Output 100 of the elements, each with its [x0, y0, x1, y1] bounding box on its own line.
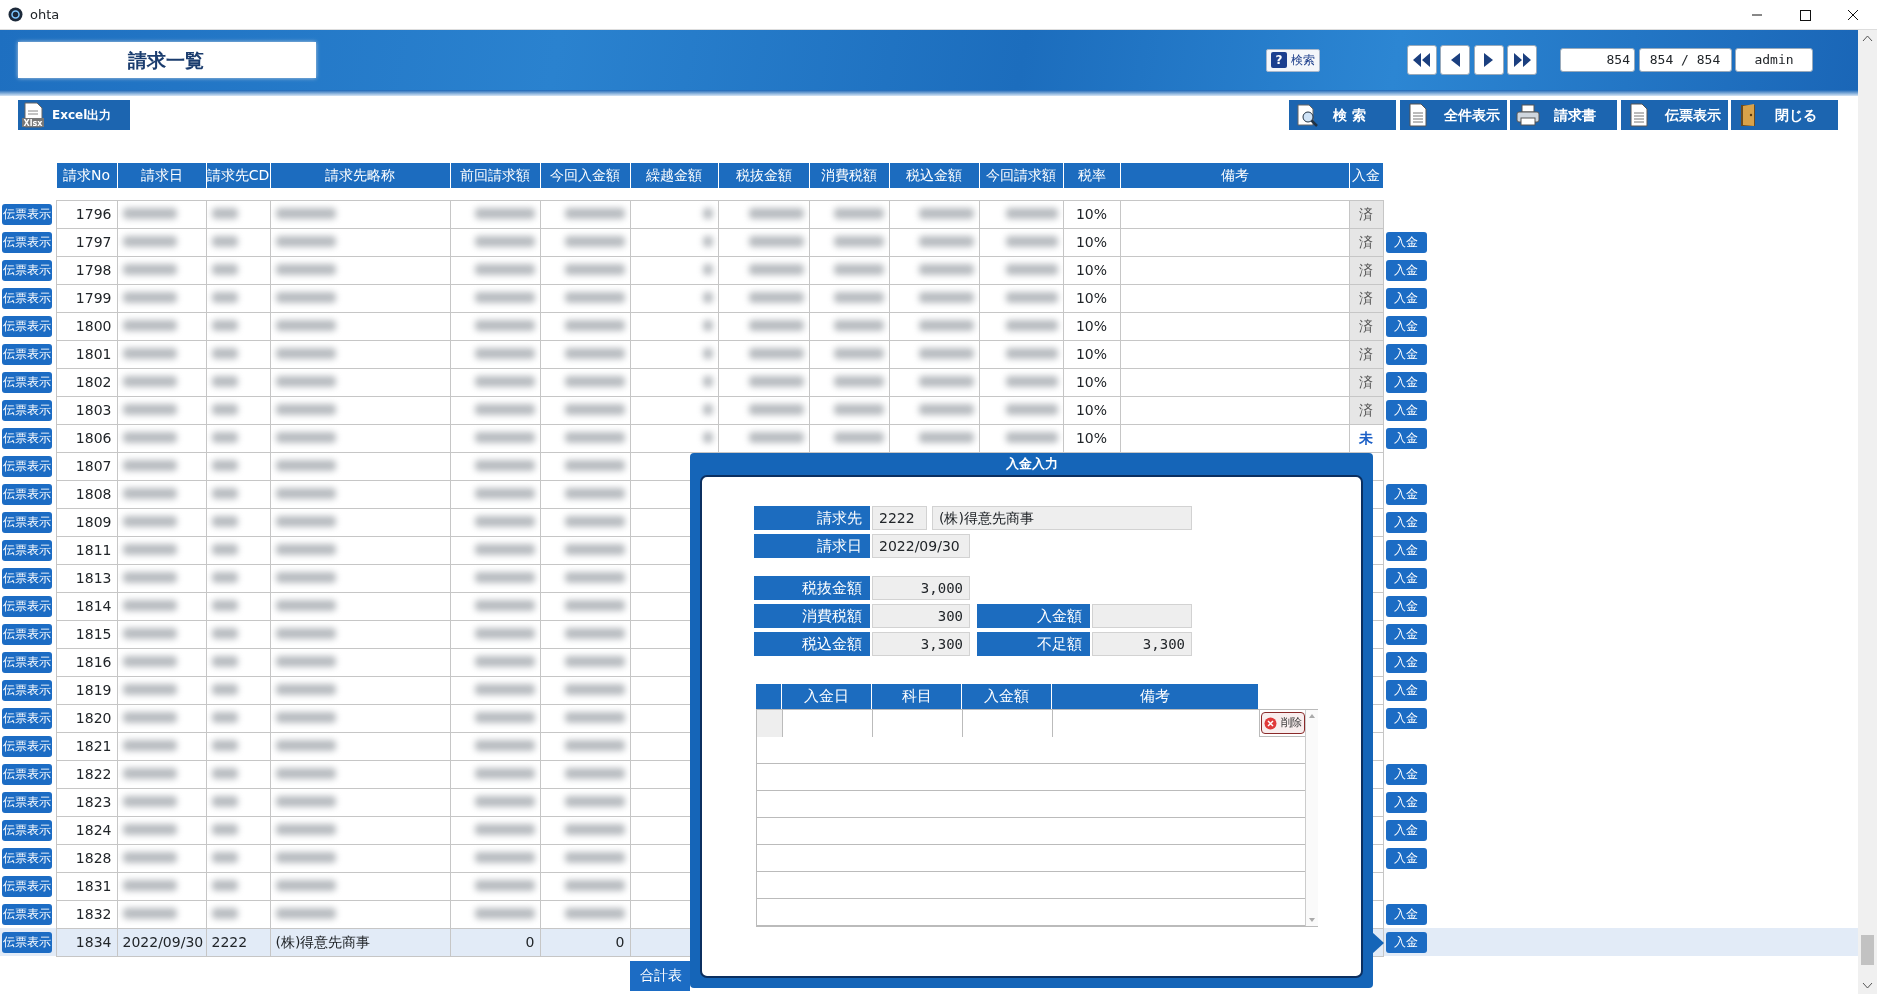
toolbar-button[interactable]: 閉じる — [1731, 100, 1838, 130]
payment-button[interactable]: 入金 — [1385, 316, 1427, 337]
slip-button[interactable]: 伝票表示 — [2, 680, 52, 701]
scrollbar[interactable] — [1305, 710, 1318, 926]
table-row[interactable]: 伝票表示 1806 10% 未 入金 — [0, 424, 1858, 452]
slip-button[interactable]: 伝票表示 — [2, 204, 52, 225]
table-cell: 1815 — [56, 620, 117, 648]
payment-button[interactable]: 入金 — [1385, 400, 1427, 421]
payment-button[interactable]: 入金 — [1385, 680, 1427, 701]
readonly-field: 3,000 — [872, 576, 970, 600]
slip-button[interactable]: 伝票表示 — [2, 764, 52, 785]
payment-button[interactable]: 入金 — [1385, 568, 1427, 589]
help-button[interactable]: ? 検索 — [1266, 48, 1320, 72]
payment-button[interactable]: 入金 — [1385, 764, 1427, 785]
toolbar-button[interactable]: 検 索 — [1289, 100, 1396, 130]
slip-button[interactable]: 伝票表示 — [2, 932, 52, 953]
slip-button[interactable]: 伝票表示 — [2, 624, 52, 645]
slip-button[interactable]: 伝票表示 — [2, 232, 52, 253]
table-cell: 0 — [540, 928, 630, 956]
last-page-icon — [1513, 53, 1531, 67]
toolbar-button[interactable]: 全件表示 — [1399, 100, 1507, 130]
payment-button[interactable]: 入金 — [1385, 820, 1427, 841]
slip-button[interactable]: 伝票表示 — [2, 736, 52, 757]
payment-button[interactable]: 入金 — [1385, 232, 1427, 253]
total-button[interactable]: 合計表 — [630, 960, 690, 991]
input-field[interactable] — [1092, 604, 1192, 628]
payment-button[interactable]: 入金 — [1385, 344, 1427, 365]
slip-button[interactable]: 伝票表示 — [2, 820, 52, 841]
first-page-icon — [1413, 53, 1430, 67]
slip-button[interactable]: 伝票表示 — [2, 428, 52, 449]
next-button[interactable] — [1473, 45, 1504, 75]
table-row[interactable]: 伝票表示 1797 10% 済 入金 — [0, 228, 1858, 256]
table-cell: 1797 — [56, 228, 117, 256]
slip-button[interactable]: 伝票表示 — [2, 708, 52, 729]
slip-button[interactable]: 伝票表示 — [2, 372, 52, 393]
table-cell: 1813 — [56, 564, 117, 592]
slip-button[interactable]: 伝票表示 — [2, 568, 52, 589]
readonly-field: (株)得意先商事 — [932, 506, 1192, 530]
slip-button[interactable]: 伝票表示 — [2, 316, 52, 337]
payment-button[interactable]: 入金 — [1385, 848, 1427, 869]
payment-button[interactable]: 入金 — [1385, 540, 1427, 561]
slip-button[interactable]: 伝票表示 — [2, 484, 52, 505]
payment-button[interactable]: 入金 — [1385, 288, 1427, 309]
field-label: 請求先 — [754, 506, 870, 530]
slip-button[interactable]: 伝票表示 — [2, 540, 52, 561]
slip-button[interactable]: 伝票表示 — [2, 288, 52, 309]
slip-button[interactable]: 伝票表示 — [2, 512, 52, 533]
payment-button[interactable]: 入金 — [1385, 708, 1427, 729]
scrollbar-thumb[interactable] — [1861, 935, 1874, 965]
payment-button[interactable]: 入金 — [1385, 652, 1427, 673]
input-field[interactable] — [963, 710, 1053, 737]
table-cell: 1808 — [56, 480, 117, 508]
slip-button[interactable]: 伝票表示 — [2, 792, 52, 813]
table-row[interactable]: 伝票表示 1801 10% 済 入金 — [0, 340, 1858, 368]
column-header: 備考 — [1052, 684, 1259, 709]
page-title: 請求一覧 — [18, 42, 316, 78]
payment-button[interactable]: 入金 — [1385, 792, 1427, 813]
slip-button[interactable]: 伝票表示 — [2, 904, 52, 925]
table-row[interactable]: 伝票表示 1803 10% 済 入金 — [0, 396, 1858, 424]
toolbar-button[interactable]: 請求書 — [1510, 100, 1617, 130]
last-page-button[interactable] — [1507, 45, 1537, 75]
user-field: admin — [1735, 48, 1813, 72]
slip-button[interactable]: 伝票表示 — [2, 876, 52, 897]
readonly-field: 300 — [872, 604, 970, 628]
table-row[interactable]: 伝票表示 1798 10% 済 入金 — [0, 256, 1858, 284]
table-row[interactable]: 伝票表示 1796 10% 済 — [0, 200, 1858, 228]
table-cell: 1819 — [56, 676, 117, 704]
slip-button[interactable]: 伝票表示 — [2, 344, 52, 365]
payment-button[interactable]: 入金 — [1385, 932, 1427, 953]
input-field[interactable] — [783, 710, 873, 737]
slip-button[interactable]: 伝票表示 — [2, 400, 52, 421]
payment-button[interactable]: 入金 — [1385, 596, 1427, 617]
delete-button[interactable]: 削除 — [1261, 712, 1305, 734]
payment-button[interactable]: 入金 — [1385, 512, 1427, 533]
payment-button[interactable]: 入金 — [1385, 624, 1427, 645]
payment-button[interactable]: 入金 — [1385, 372, 1427, 393]
input-field[interactable] — [1053, 710, 1260, 737]
table-row[interactable]: 伝票表示 1799 10% 済 入金 — [0, 284, 1858, 312]
table-row[interactable]: 伝票表示 1800 10% 済 入金 — [0, 312, 1858, 340]
table-cell: 1834 — [56, 928, 117, 956]
input-field[interactable] — [873, 710, 963, 737]
table-row[interactable]: 伝票表示 1802 10% 済 入金 — [0, 368, 1858, 396]
slip-button[interactable]: 伝票表示 — [2, 596, 52, 617]
slip-button[interactable]: 伝票表示 — [2, 652, 52, 673]
payment-button[interactable]: 入金 — [1385, 260, 1427, 281]
export-button[interactable]: Xlsx Excel出力 — [18, 100, 130, 130]
record-number-field[interactable]: 854 — [1560, 48, 1635, 72]
previous-button[interactable] — [1440, 45, 1470, 75]
table-cell: 1798 — [56, 256, 117, 284]
next-icon — [1484, 53, 1493, 67]
slip-button[interactable]: 伝票表示 — [2, 848, 52, 869]
payment-button[interactable]: 入金 — [1385, 484, 1427, 505]
payment-button[interactable]: 入金 — [1385, 904, 1427, 925]
scrollbar[interactable] — [1858, 30, 1877, 994]
toolbar-button[interactable]: 伝票表示 — [1620, 100, 1728, 130]
slip-button[interactable]: 伝票表示 — [2, 260, 52, 281]
payment-button[interactable]: 入金 — [1385, 428, 1427, 449]
first-page-button[interactable] — [1406, 45, 1437, 75]
slip-button[interactable]: 伝票表示 — [2, 456, 52, 477]
table-cell: 1800 — [56, 312, 117, 340]
